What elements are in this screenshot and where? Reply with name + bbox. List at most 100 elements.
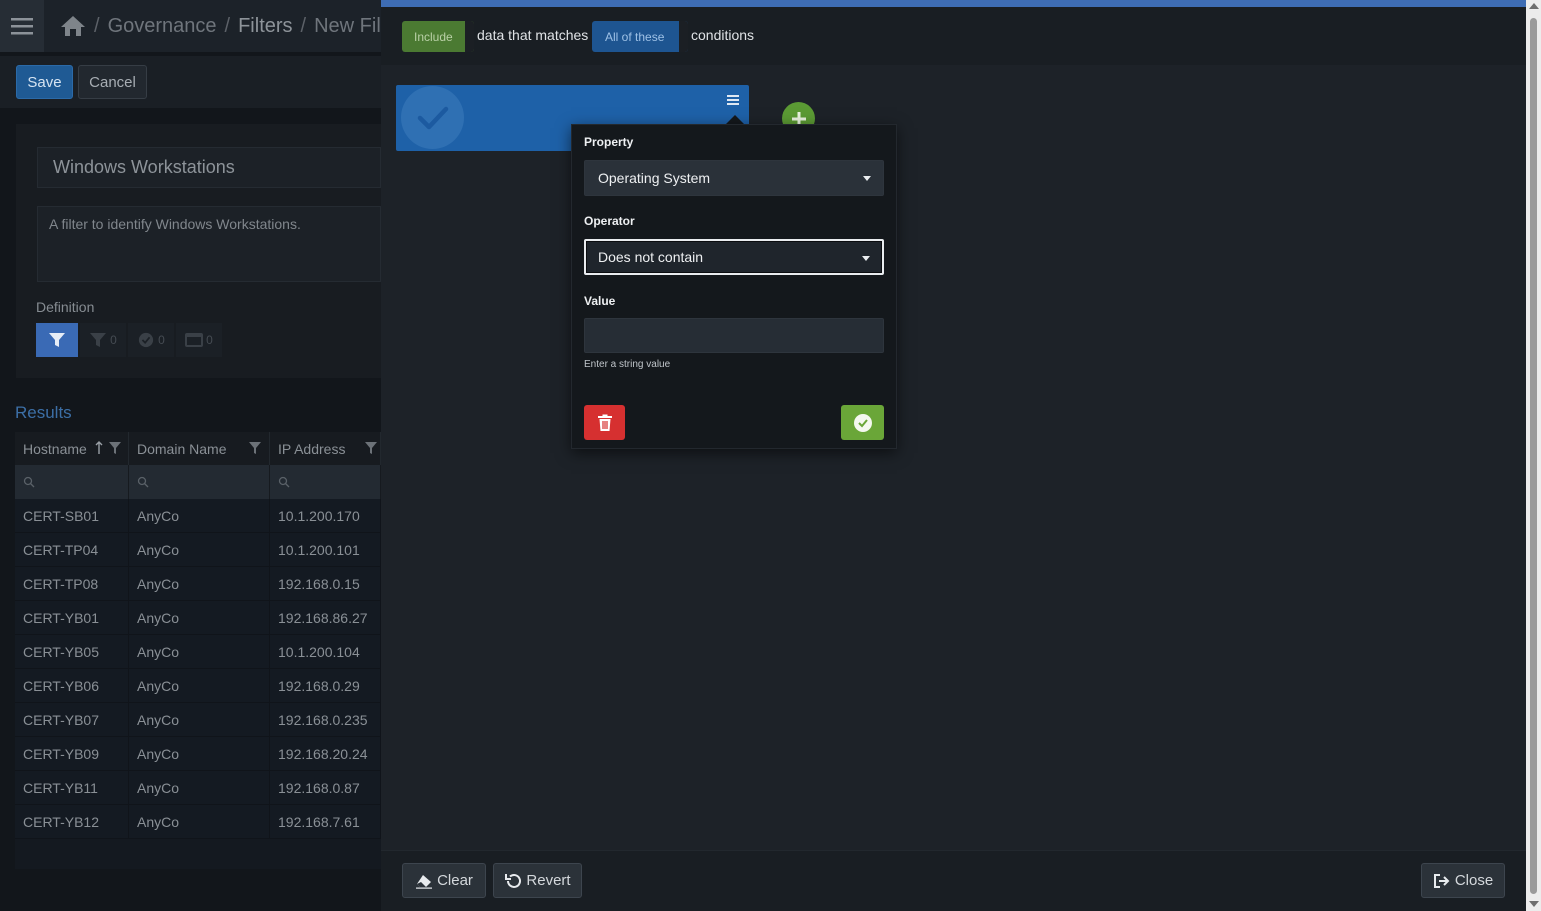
revert-button-label: Revert xyxy=(526,872,571,889)
check-circle-icon xyxy=(853,413,872,432)
results-grid: Hostname Domain Name IP Address CERT-SB0… xyxy=(15,432,381,869)
grid-filter-row xyxy=(15,465,381,499)
revert-button[interactable]: Revert xyxy=(493,863,582,898)
definition-tab-filters[interactable]: 0 xyxy=(80,323,126,357)
breadcrumb-new-filter: New Fil xyxy=(314,14,381,37)
definition-label: Definition xyxy=(36,299,95,315)
table-row[interactable]: CERT-TP04 AnyCo 10.1.200.101 xyxy=(15,533,381,567)
clear-button[interactable]: Clear xyxy=(402,863,486,898)
hamburger-icon xyxy=(11,18,33,35)
definition-tab-conditions[interactable]: 0 xyxy=(128,323,174,357)
table-row[interactable]: CERT-YB09 AnyCo 192.168.20.24 xyxy=(15,737,381,771)
definition-tab-count: 0 xyxy=(110,333,117,347)
cell-ip: 192.168.0.29 xyxy=(270,669,381,702)
cell-hostname: CERT-YB12 xyxy=(15,805,129,838)
cell-domain: AnyCo xyxy=(129,669,270,702)
column-filter-icon[interactable] xyxy=(364,441,378,455)
cell-domain: AnyCo xyxy=(129,737,270,770)
save-button[interactable]: Save xyxy=(16,65,73,99)
cell-domain: AnyCo xyxy=(129,805,270,838)
cell-domain: AnyCo xyxy=(129,533,270,566)
caret-down-icon xyxy=(863,176,871,181)
cell-ip: 192.168.7.61 xyxy=(270,805,381,838)
table-row[interactable]: CERT-YB01 AnyCo 192.168.86.27 xyxy=(15,601,381,635)
cell-domain: AnyCo xyxy=(129,567,270,600)
property-select[interactable]: Operating System xyxy=(584,160,884,196)
cell-hostname: CERT-YB01 xyxy=(15,601,129,634)
scroll-down-icon[interactable] xyxy=(1529,901,1539,907)
cell-ip: 192.168.20.24 xyxy=(270,737,381,770)
property-label: Property xyxy=(584,135,634,149)
home-icon[interactable] xyxy=(60,15,86,37)
cell-domain: AnyCo xyxy=(129,635,270,668)
toggle-knob xyxy=(679,21,688,52)
table-row[interactable]: CERT-YB07 AnyCo 192.168.0.235 xyxy=(15,703,381,737)
breadcrumb-governance[interactable]: Governance xyxy=(108,15,217,38)
eraser-icon xyxy=(416,874,433,889)
cell-ip: 192.168.0.235 xyxy=(270,703,381,736)
cancel-button[interactable]: Cancel xyxy=(78,65,147,99)
table-row[interactable]: CERT-YB05 AnyCo 10.1.200.104 xyxy=(15,635,381,669)
match-mode-label: All of these xyxy=(605,29,665,44)
cell-ip: 192.168.0.87 xyxy=(270,771,381,804)
cell-hostname: CERT-YB11 xyxy=(15,771,129,804)
caret-down-icon xyxy=(862,256,870,261)
property-select-value: Operating System xyxy=(598,170,711,186)
cell-hostname: CERT-SB01 xyxy=(15,499,129,532)
scroll-up-icon[interactable] xyxy=(1529,3,1539,9)
ip-filter-input[interactable] xyxy=(270,465,381,499)
filter-name-input[interactable]: Windows Workstations xyxy=(37,147,381,188)
filter-description-input[interactable]: A filter to identify Windows Workstation… xyxy=(37,206,381,282)
confirm-condition-button[interactable] xyxy=(841,405,884,440)
table-row[interactable]: CERT-TP08 AnyCo 192.168.0.15 xyxy=(15,567,381,601)
clear-button-label: Clear xyxy=(437,872,473,889)
column-header-label: IP Address xyxy=(278,441,346,457)
breadcrumb-filters[interactable]: Filters xyxy=(238,15,292,38)
table-row[interactable]: CERT-YB12 AnyCo 192.168.7.61 xyxy=(15,805,381,839)
domain-filter-input[interactable] xyxy=(129,465,270,499)
column-header-hostname[interactable]: Hostname xyxy=(15,432,129,465)
cell-domain: AnyCo xyxy=(129,771,270,804)
conditions-text: conditions xyxy=(691,27,755,43)
cell-hostname: CERT-YB09 xyxy=(15,737,129,770)
include-toggle[interactable]: Include xyxy=(402,21,474,52)
include-toggle-label: Include xyxy=(414,29,453,44)
cell-hostname: CERT-TP04 xyxy=(15,533,129,566)
cell-hostname: CERT-TP08 xyxy=(15,567,129,600)
cell-hostname: CERT-YB07 xyxy=(15,703,129,736)
value-input[interactable] xyxy=(584,318,884,353)
close-button[interactable]: Close xyxy=(1421,863,1505,898)
filter-outline-icon xyxy=(90,333,107,347)
cell-ip: 10.1.200.104 xyxy=(270,635,381,668)
table-row[interactable]: CERT-YB06 AnyCo 192.168.0.29 xyxy=(15,669,381,703)
scrollbar-thumb[interactable] xyxy=(1530,18,1537,894)
column-filter-icon[interactable] xyxy=(248,441,262,455)
menu-button[interactable] xyxy=(0,0,44,52)
cell-ip: 10.1.200.170 xyxy=(270,499,381,532)
definition-tab-count: 0 xyxy=(206,333,213,347)
breadcrumb: / Governance / Filters / New Fil xyxy=(60,12,381,40)
search-icon xyxy=(23,476,35,488)
cell-domain: AnyCo xyxy=(129,499,270,532)
sort-ascending-icon[interactable] xyxy=(95,441,103,455)
undo-icon xyxy=(505,873,522,888)
operator-label: Operator xyxy=(584,214,635,228)
hostname-filter-input[interactable] xyxy=(15,465,129,499)
close-button-label: Close xyxy=(1454,872,1494,889)
table-row[interactable]: CERT-SB01 AnyCo 10.1.200.170 xyxy=(15,499,381,533)
operator-select[interactable]: Does not contain xyxy=(584,239,884,275)
cell-ip: 192.168.86.27 xyxy=(270,601,381,634)
column-header-label: Domain Name xyxy=(137,441,227,457)
definition-tab-filter[interactable] xyxy=(36,323,78,357)
definition-tab-window[interactable]: 0 xyxy=(176,323,222,357)
value-label: Value xyxy=(584,294,616,308)
column-header-ip[interactable]: IP Address xyxy=(270,432,381,465)
column-filter-icon[interactable] xyxy=(108,441,122,455)
condition-menu-icon[interactable] xyxy=(725,93,741,107)
table-row[interactable]: CERT-YB11 AnyCo 192.168.0.87 xyxy=(15,771,381,805)
match-mode-toggle[interactable]: All of these xyxy=(592,21,688,52)
definition-tabs: 0 0 0 xyxy=(36,323,381,357)
column-header-domain[interactable]: Domain Name xyxy=(129,432,270,465)
delete-condition-button[interactable] xyxy=(584,405,625,440)
check-icon xyxy=(417,106,448,129)
